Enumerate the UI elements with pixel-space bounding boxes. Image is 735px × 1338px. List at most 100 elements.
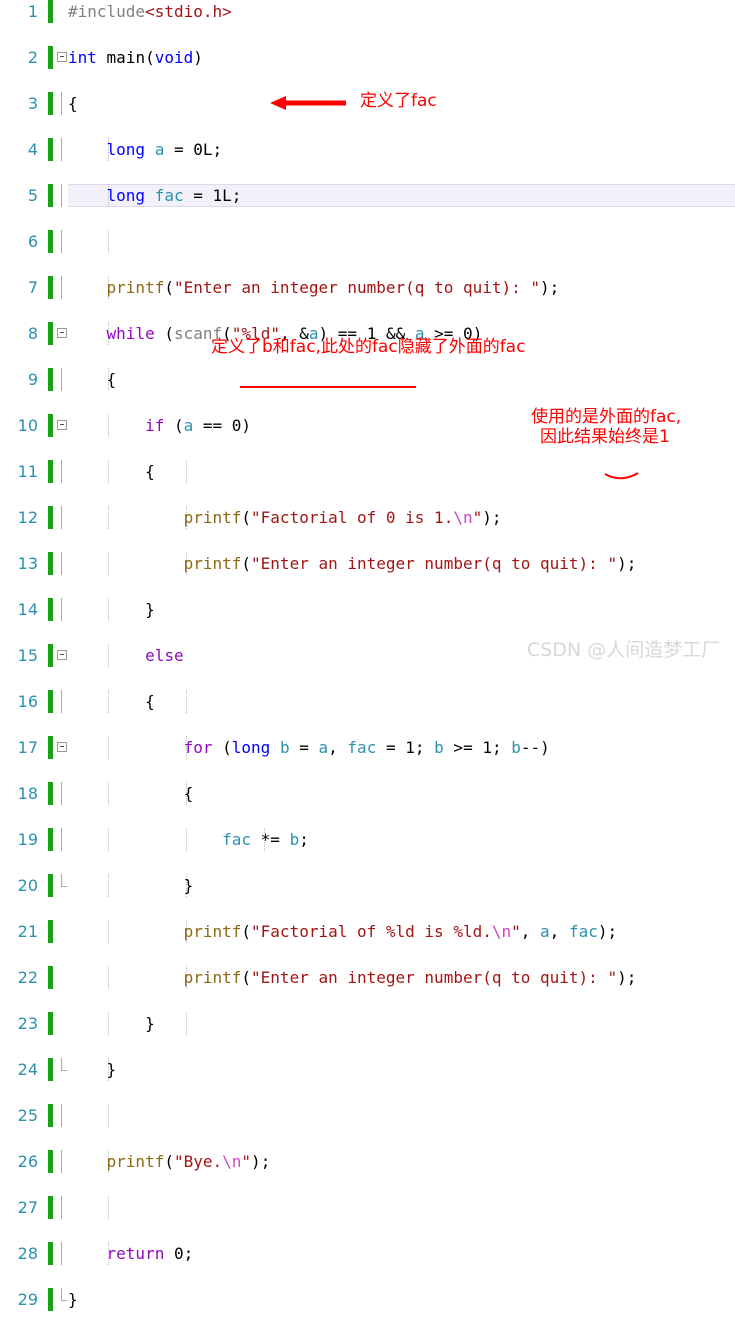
code-line-12[interactable]: 12 printf("Factorial of 0 is 1.\n");	[0, 506, 735, 529]
code-line-16[interactable]: 16 {	[0, 690, 735, 713]
fold-guide	[61, 460, 62, 483]
code-line-19[interactable]: 19 fac *= b;	[0, 828, 735, 851]
modified-marker	[48, 46, 53, 69]
code-line-21[interactable]: 21 printf("Factorial of %ld is %ld.\n", …	[0, 920, 735, 943]
code-text: {	[68, 784, 194, 803]
modified-marker	[48, 1242, 53, 1265]
code-text: }	[68, 600, 155, 619]
code-line-6[interactable]: 6	[0, 230, 735, 253]
modified-marker	[48, 506, 53, 529]
code-line-14[interactable]: 14 }	[0, 598, 735, 621]
annotation-arc-line21	[604, 472, 639, 480]
line-number: 8	[27, 324, 38, 343]
annotation-label-line19-part1: 使用的是外面的fac,	[531, 407, 682, 427]
code-text: int main(void)	[68, 48, 203, 67]
fold-toggle-icon[interactable]	[57, 52, 67, 62]
line-number: 10	[17, 416, 38, 435]
code-text: return 0;	[106, 1244, 194, 1263]
fold-guide	[61, 138, 62, 161]
line-number: 14	[17, 600, 38, 619]
fold-guide	[61, 552, 62, 575]
modified-marker	[48, 552, 53, 575]
code-line-18[interactable]: 18 {	[0, 782, 735, 805]
fold-guide	[61, 828, 62, 851]
line-number: 29	[17, 1290, 38, 1309]
code-text: long fac = 1L;	[106, 186, 242, 205]
line-number: 12	[17, 508, 38, 527]
watermark: CSDN @人间造梦工厂	[527, 639, 721, 661]
fold-guide	[61, 184, 62, 207]
code-text: fac *= b;	[222, 830, 309, 849]
fold-toggle-icon[interactable]	[57, 420, 67, 430]
code-line-5[interactable]: 5 long fac = 1L;	[0, 184, 735, 207]
code-line-26[interactable]: 26 printf("Bye.\n");	[0, 1150, 735, 1173]
line-number: 15	[17, 646, 38, 665]
modified-marker	[48, 230, 53, 253]
line-number: 1	[27, 2, 38, 21]
modified-marker	[48, 736, 53, 759]
code-line-22[interactable]: 22 printf("Enter an integer number(q to …	[0, 966, 735, 989]
line-number: 3	[27, 94, 38, 113]
modified-marker	[48, 920, 53, 943]
fold-guide	[61, 230, 62, 253]
fold-guide-end	[61, 1058, 67, 1071]
code-text: printf("Factorial of 0 is 1.\n");	[183, 508, 502, 527]
indent-guide	[186, 1012, 187, 1035]
code-text: printf("Bye.\n");	[106, 1152, 271, 1171]
line-number: 21	[17, 922, 38, 941]
fold-toggle-icon[interactable]	[57, 650, 67, 660]
line-number: 13	[17, 554, 38, 573]
line-number: 7	[27, 278, 38, 297]
fold-guide	[61, 92, 62, 115]
code-line-20[interactable]: 20 }	[0, 874, 735, 897]
annotation-label-line5: 定义了fac	[360, 91, 437, 111]
modified-marker	[48, 276, 53, 299]
code-line-24[interactable]: 24 }	[0, 1058, 735, 1081]
code-line-25[interactable]: 25	[0, 1104, 735, 1127]
fold-toggle-icon[interactable]	[57, 328, 67, 338]
modified-marker	[48, 690, 53, 713]
code-line-29[interactable]: 29 }	[0, 1288, 735, 1311]
fold-guide	[61, 276, 62, 299]
line-number: 18	[17, 784, 38, 803]
modified-marker	[48, 414, 53, 437]
code-line-1[interactable]: 1 #include<stdio.h>	[0, 0, 735, 23]
code-line-28[interactable]: 28 return 0;	[0, 1242, 735, 1265]
code-editor[interactable]: 1 #include<stdio.h> 2 int main(void) 3 {…	[0, 0, 735, 1311]
line-number: 28	[17, 1244, 38, 1263]
code-line-7[interactable]: 7 printf("Enter an integer number(q to q…	[0, 276, 735, 299]
code-line-4[interactable]: 4 long a = 0L;	[0, 138, 735, 161]
fold-toggle-icon[interactable]	[57, 742, 67, 752]
indent-guide	[186, 460, 187, 483]
modified-marker	[48, 460, 53, 483]
line-number: 4	[27, 140, 38, 159]
fold-guide	[61, 598, 62, 621]
code-text: }	[68, 1014, 155, 1033]
fold-guide-end	[61, 874, 67, 887]
annotation-arrow-line5	[270, 96, 346, 110]
modified-marker	[48, 1150, 53, 1173]
code-line-23[interactable]: 23 }	[0, 1012, 735, 1035]
modified-marker	[48, 598, 53, 621]
modified-marker	[48, 1288, 53, 1311]
code-line-17[interactable]: 17 for (long b = a, fac = 1; b >= 1; b--…	[0, 736, 735, 759]
code-text: }	[68, 1290, 78, 1309]
line-number: 27	[17, 1198, 38, 1217]
line-number: 24	[17, 1060, 38, 1079]
line-number: 23	[17, 1014, 38, 1033]
modified-marker	[48, 92, 53, 115]
line-number: 5	[27, 186, 38, 205]
code-text: printf("Factorial of %ld is %ld.\n", a, …	[183, 922, 618, 941]
code-line-2[interactable]: 2 int main(void)	[0, 46, 735, 69]
code-text: if (a == 0)	[145, 416, 252, 435]
annotation-label-line19-part2: 因此结果始终是1	[540, 427, 670, 447]
code-line-27[interactable]: 27	[0, 1196, 735, 1219]
modified-marker	[48, 322, 53, 345]
code-text: {	[68, 692, 155, 711]
line-number: 19	[17, 830, 38, 849]
fold-guide	[61, 690, 62, 713]
indent-guide	[108, 1196, 109, 1219]
code-line-13[interactable]: 13 printf("Enter an integer number(q to …	[0, 552, 735, 575]
fold-guide	[61, 368, 62, 391]
line-number: 25	[17, 1106, 38, 1125]
